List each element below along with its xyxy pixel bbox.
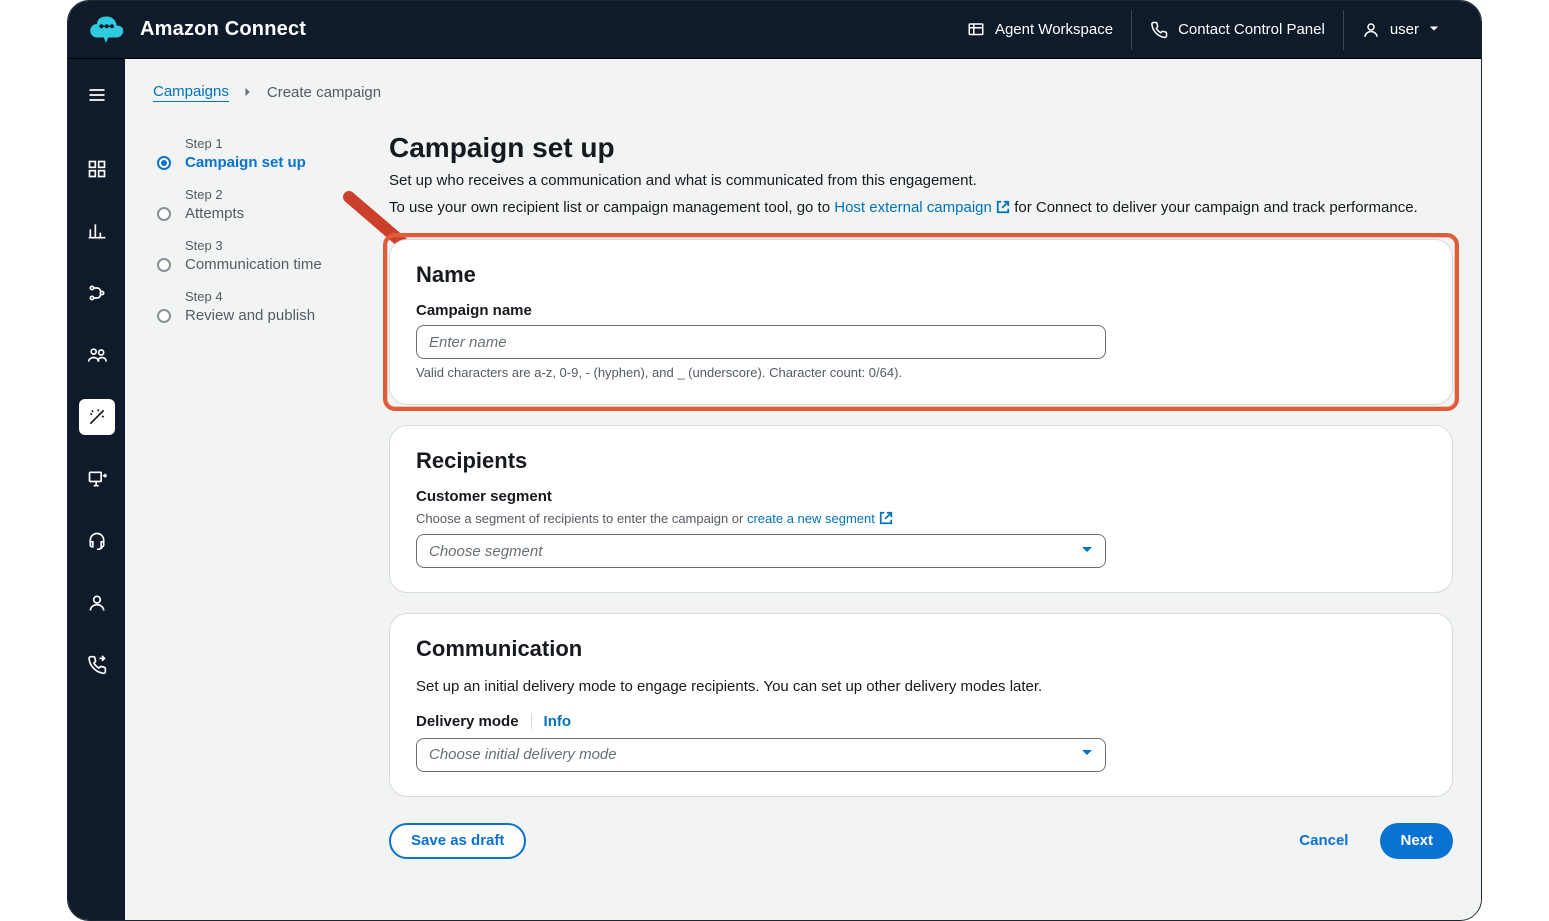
chevron-right-icon (243, 84, 253, 101)
monitor-out-icon (87, 469, 107, 489)
agent-workspace-link[interactable]: Agent Workspace (949, 10, 1131, 50)
select-placeholder: Choose segment (429, 543, 542, 560)
step-label: Step 3 (185, 238, 322, 253)
user-icon (1362, 21, 1380, 39)
product-name: Amazon Connect (140, 18, 306, 41)
users-icon (87, 345, 107, 365)
chevron-down-icon (1081, 543, 1093, 560)
step-title: Campaign set up (185, 154, 306, 171)
save-draft-button[interactable]: Save as draft (389, 823, 526, 859)
subtitle-2-pre: To use your own recipient list or campai… (389, 199, 834, 216)
customer-segment-select[interactable]: Choose segment (416, 534, 1106, 568)
communication-heading: Communication (416, 636, 1426, 662)
grid-icon (87, 159, 107, 179)
step-review-publish[interactable]: Step 4 Review and publish (157, 289, 353, 340)
step-label: Step 1 (185, 136, 306, 151)
top-header: Amazon Connect Agent Workspace Contact C… (68, 1, 1481, 59)
step-title: Communication time (185, 256, 322, 273)
subtitle-2-post: for Connect to deliver your campaign and… (1014, 199, 1418, 216)
next-button[interactable]: Next (1380, 823, 1453, 859)
nav-profile[interactable] (79, 585, 115, 621)
bar-chart-icon (87, 221, 107, 241)
nav-tasks[interactable] (79, 461, 115, 497)
campaign-name-input[interactable] (416, 325, 1106, 359)
create-segment-link[interactable]: create a new segment (747, 511, 893, 526)
cancel-button[interactable]: Cancel (1279, 823, 1368, 859)
divider (531, 713, 532, 729)
wand-icon (87, 407, 107, 427)
campaign-name-hint: Valid characters are a-z, 0-9, - (hyphen… (416, 365, 1426, 380)
select-placeholder: Choose initial delivery mode (429, 746, 617, 763)
recipients-card: Recipients Customer segment Choose a seg… (389, 425, 1453, 593)
page-title: Campaign set up (389, 132, 1453, 164)
cloud-icon (88, 12, 124, 48)
step-campaign-setup[interactable]: Step 1 Campaign set up (157, 136, 353, 187)
user-menu[interactable]: user (1343, 10, 1457, 50)
communication-sub: Set up an initial delivery mode to engag… (416, 676, 1426, 699)
host-external-link[interactable]: Host external campaign (834, 199, 1010, 216)
campaign-name-label: Campaign name (416, 302, 1426, 319)
menu-toggle[interactable] (79, 77, 115, 113)
step-title: Review and publish (185, 307, 315, 324)
nav-phone[interactable] (79, 647, 115, 683)
breadcrumb-current: Create campaign (267, 84, 381, 101)
delivery-mode-select[interactable]: Choose initial delivery mode (416, 738, 1106, 772)
left-sidebar (68, 59, 125, 920)
external-link-icon (996, 200, 1010, 214)
customer-segment-help: Choose a segment of recipients to enter … (416, 511, 1426, 526)
name-card: Name Campaign name Valid characters are … (389, 239, 1453, 405)
user-label: user (1390, 21, 1419, 38)
page-subtitle-2: To use your own recipient list or campai… (389, 197, 1453, 220)
phone-out-icon (87, 655, 107, 675)
logo[interactable]: Amazon Connect (88, 12, 306, 48)
delivery-mode-label: Delivery mode (416, 713, 519, 730)
hamburger-icon (87, 85, 107, 105)
ccp-label: Contact Control Panel (1178, 21, 1325, 38)
nav-headset[interactable] (79, 523, 115, 559)
page-subtitle-1: Set up who receives a communication and … (389, 170, 1453, 193)
name-heading: Name (416, 262, 1426, 288)
chevron-down-icon (1429, 21, 1439, 38)
step-title: Attempts (185, 205, 244, 222)
phone-icon (1150, 21, 1168, 39)
external-link-icon (879, 511, 893, 525)
chevron-down-icon (1081, 746, 1093, 763)
wizard-steps: Step 1 Campaign set up Step 2 Attempts (153, 132, 353, 340)
recipients-heading: Recipients (416, 448, 1426, 474)
step-label: Step 2 (185, 187, 244, 202)
branch-icon (87, 283, 107, 303)
breadcrumb-root[interactable]: Campaigns (153, 83, 229, 102)
breadcrumb: Campaigns Create campaign (153, 83, 1453, 102)
headset-icon (87, 531, 107, 551)
wizard-footer: Save as draft Cancel Next (389, 823, 1453, 859)
step-label: Step 4 (185, 289, 315, 304)
page-content: Campaigns Create campaign Step 1 Campaig… (125, 59, 1481, 920)
agent-workspace-label: Agent Workspace (995, 21, 1113, 38)
nav-analytics[interactable] (79, 213, 115, 249)
communication-card: Communication Set up an initial delivery… (389, 613, 1453, 797)
nav-routing[interactable] (79, 275, 115, 311)
ccp-link[interactable]: Contact Control Panel (1131, 10, 1343, 50)
workspace-icon (967, 21, 985, 39)
nav-users[interactable] (79, 337, 115, 373)
person-icon (87, 593, 107, 613)
nav-campaigns[interactable] (79, 399, 115, 435)
step-attempts[interactable]: Step 2 Attempts (157, 187, 353, 238)
step-communication-time[interactable]: Step 3 Communication time (157, 238, 353, 289)
nav-dashboard[interactable] (79, 151, 115, 187)
delivery-mode-info-link[interactable]: Info (544, 713, 572, 730)
customer-segment-label: Customer segment (416, 488, 1426, 505)
